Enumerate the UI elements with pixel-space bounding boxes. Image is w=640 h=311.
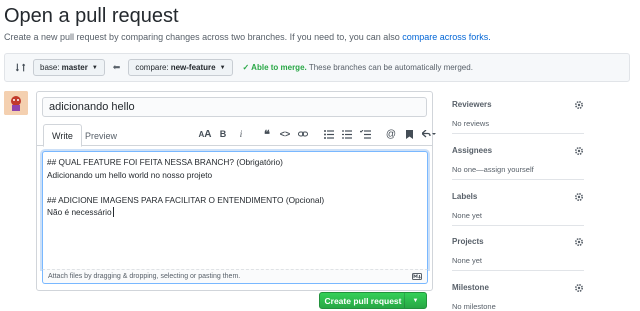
- compare-branch-name: new-feature: [170, 63, 216, 72]
- reply-icon[interactable]: [418, 127, 440, 141]
- compare-bar: base: master ▼ ⬅ compare: new-feature ▼ …: [4, 53, 630, 82]
- sidebar-title: Reviewers: [452, 100, 492, 109]
- sidebar-value: No milestone: [452, 302, 496, 311]
- sidebar-divider: [452, 133, 584, 134]
- create-pull-request-button[interactable]: Create pull request ▼: [319, 292, 427, 309]
- attach-files-bar[interactable]: Attach files by dragging & dropping, sel…: [42, 269, 428, 284]
- merge-detail: These branches can be automatically merg…: [308, 63, 473, 72]
- gear-icon[interactable]: [574, 192, 584, 202]
- attach-text: Attach files by dragging & dropping, sel…: [48, 273, 241, 280]
- sidebar-milestone[interactable]: Milestone No milestone: [452, 283, 584, 311]
- tab-preview[interactable]: Preview: [77, 124, 125, 147]
- sidebar-value: None yet: [452, 256, 483, 265]
- italic-icon[interactable]: i: [232, 127, 250, 141]
- base-branch-name: master: [61, 63, 88, 72]
- sidebar-value: No reviews: [452, 119, 490, 128]
- gear-icon[interactable]: [574, 146, 584, 156]
- gear-icon[interactable]: [574, 100, 584, 110]
- pr-title-input[interactable]: [42, 97, 427, 117]
- page-title: Open a pull request: [4, 5, 179, 27]
- markdown-toolbar: AA B i ❝ <> @: [196, 127, 440, 141]
- body-line: Não é necessário: [47, 207, 114, 218]
- chevron-down-icon: ▼: [219, 64, 226, 71]
- body-line: ## ADICIONE IMAGENS PARA FACILITAR O ENT…: [47, 194, 325, 205]
- chevron-down-icon[interactable]: ▼: [404, 293, 426, 308]
- git-compare-icon: [13, 61, 27, 75]
- ordered-list-icon[interactable]: [338, 127, 356, 141]
- avatar: [4, 91, 28, 115]
- sidebar-value: No one—assign yourself: [452, 165, 534, 174]
- unordered-list-icon[interactable]: [320, 127, 338, 141]
- sidebar-title: Labels: [452, 192, 478, 201]
- compare-label: compare:: [135, 63, 169, 72]
- sidebar-divider: [452, 225, 584, 226]
- pr-body-textarea[interactable]: ## QUAL FEATURE FOI FEITA NESSA BRANCH? …: [42, 151, 428, 269]
- sidebar-labels[interactable]: Labels None yet: [452, 192, 584, 220]
- compare-branch-select[interactable]: compare: new-feature ▼: [128, 59, 233, 76]
- body-line: ​: [47, 181, 423, 194]
- markdown-icon: [412, 273, 422, 282]
- quote-icon[interactable]: ❝: [258, 127, 276, 141]
- bookmark-icon[interactable]: [400, 127, 418, 141]
- sidebar-title: Assignees: [452, 146, 493, 155]
- compare-forks-link[interactable]: compare across forks.: [402, 32, 491, 42]
- sidebar-projects[interactable]: Projects None yet: [452, 237, 584, 265]
- subtitle-text: Create a new pull request by comparing c…: [4, 32, 400, 42]
- sidebar-title: Milestone: [452, 283, 489, 292]
- base-branch-select[interactable]: base: master ▼: [33, 59, 105, 76]
- gear-icon[interactable]: [574, 237, 584, 247]
- create-button-label: Create pull request: [324, 295, 402, 306]
- base-label: base:: [40, 63, 60, 72]
- sidebar-value: None yet: [452, 211, 483, 220]
- heading-icon[interactable]: AA: [196, 127, 214, 141]
- sidebar-reviewers[interactable]: Reviewers No reviews: [452, 100, 584, 128]
- sidebar-assignees[interactable]: Assignees No one—assign yourself: [452, 146, 584, 174]
- chevron-down-icon: ▼: [91, 64, 98, 71]
- mention-icon[interactable]: @: [382, 127, 400, 141]
- sidebar-title: Projects: [452, 237, 484, 246]
- page-subtitle: Create a new pull request by comparing c…: [4, 32, 491, 42]
- body-line: ## QUAL FEATURE FOI FEITA NESSA BRANCH? …: [47, 157, 283, 167]
- sidebar-divider: [452, 270, 584, 271]
- task-list-icon[interactable]: [356, 127, 374, 141]
- arrow-left-icon: ⬅: [112, 62, 121, 72]
- bold-icon[interactable]: B: [214, 127, 232, 141]
- link-icon[interactable]: [294, 127, 312, 141]
- gear-icon[interactable]: [574, 283, 584, 293]
- code-icon[interactable]: <>: [276, 127, 294, 141]
- merge-status: ✓ Able to merge.: [242, 63, 307, 72]
- body-line: Adicionando um hello world no nosso proj…: [47, 169, 213, 180]
- sidebar-divider: [452, 179, 584, 180]
